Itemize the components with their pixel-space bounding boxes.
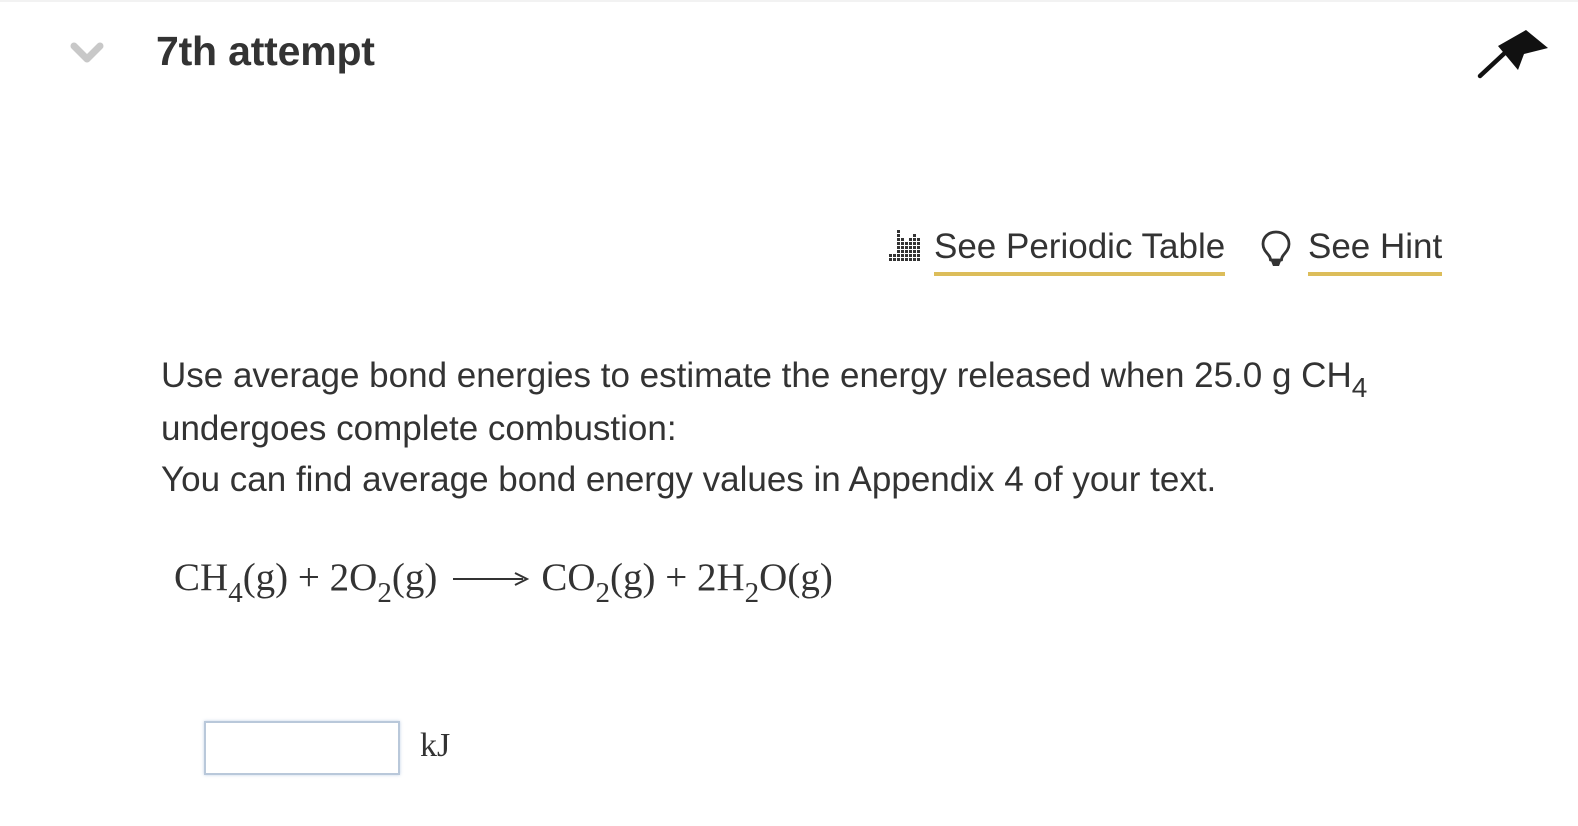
- product-h2o-formula-h: 2H: [697, 556, 745, 599]
- product-h2o-formula-o: O: [759, 556, 788, 599]
- reactant-ch4: CH4(g): [174, 556, 289, 609]
- plus-sign: +: [655, 556, 697, 599]
- product-h2o-state: (g): [787, 556, 833, 599]
- lightbulb-icon: [1261, 230, 1291, 266]
- chevron-down-icon[interactable]: [70, 38, 104, 68]
- reactant-o2-state: (g): [391, 556, 438, 599]
- unit-label: kJ: [420, 727, 451, 764]
- reactant-ch4-state: (g): [242, 556, 289, 599]
- pin-icon[interactable]: [1474, 26, 1552, 84]
- question-line-3: You can find average bond energy values …: [161, 460, 1217, 499]
- reactant-o2-subscript: 2: [377, 577, 392, 609]
- product-co2-formula: CO: [541, 556, 596, 599]
- reactant-ch4-subscript: 4: [228, 577, 243, 609]
- see-periodic-table-label[interactable]: See Periodic Table: [934, 224, 1226, 276]
- product-co2-state: (g): [610, 556, 656, 599]
- product-h2o: 2H2O(g): [697, 556, 833, 609]
- product-co2-subscript: 2: [595, 577, 611, 609]
- chemical-equation: CH4(g) + 2O2(g) CO2(g) + 2H2O(g): [174, 548, 833, 611]
- question-line-1: Use average bond energies to estimate th…: [161, 350, 1451, 403]
- answer-input[interactable]: [204, 721, 400, 775]
- see-hint-link[interactable]: See Hint: [1258, 224, 1443, 276]
- attempt-title: 7th attempt: [156, 28, 375, 74]
- product-co2: CO2(g): [541, 556, 656, 609]
- see-periodic-table-link[interactable]: See Periodic Table: [886, 224, 1226, 276]
- question-line-2: undergoes complete combustion:: [161, 409, 677, 448]
- periodic-table-icon: [889, 230, 920, 261]
- reactant-o2: 2O2(g): [329, 556, 438, 609]
- plus-sign: +: [288, 556, 330, 599]
- question-text: Use average bond energies to estimate th…: [161, 350, 1451, 505]
- top-divider: [0, 0, 1578, 2]
- question-line-1-text: Use average bond energies to estimate th…: [161, 356, 1352, 395]
- product-h2o-subscript: 2: [744, 577, 760, 609]
- question-subscript: 4: [1351, 372, 1368, 403]
- reactant-o2-formula: 2O: [329, 556, 378, 599]
- see-hint-label[interactable]: See Hint: [1308, 224, 1443, 276]
- reaction-arrow-icon: [453, 572, 530, 586]
- reactant-ch4-formula: CH: [174, 556, 229, 599]
